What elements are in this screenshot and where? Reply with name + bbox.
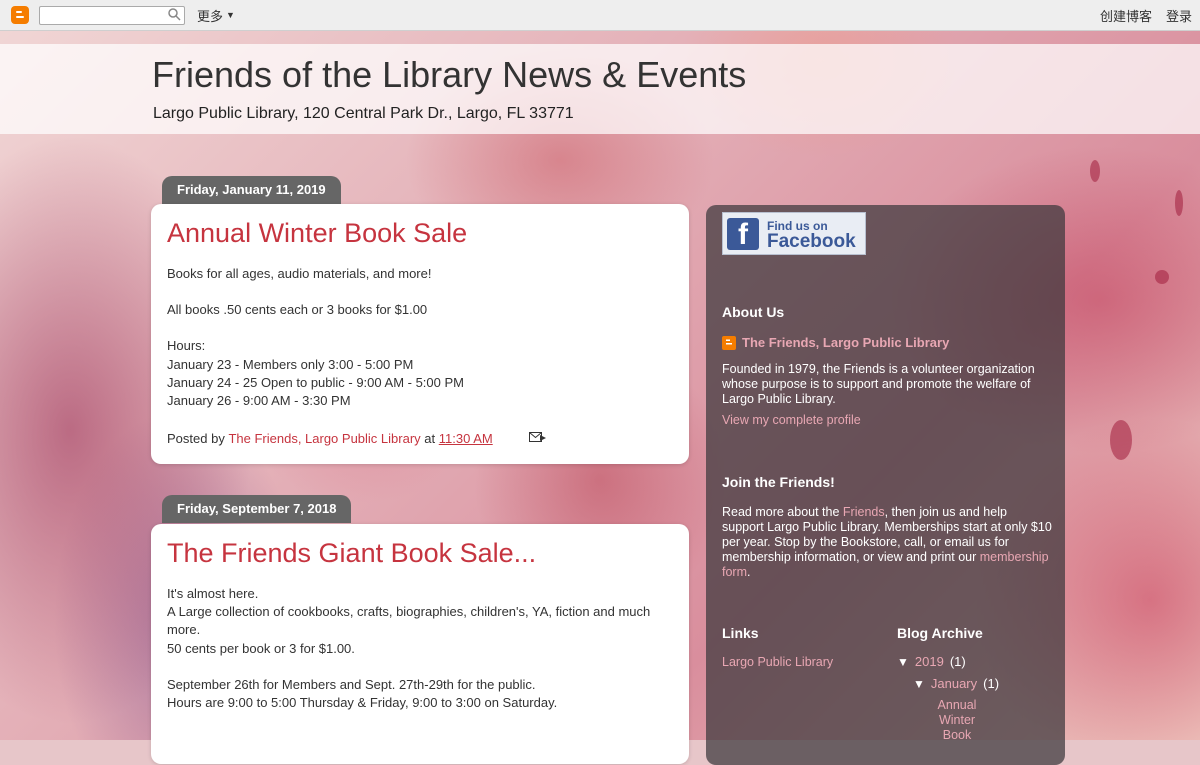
paint-splatter [1155,270,1169,284]
links-title: Links [722,625,759,641]
post-footer: Posted by The Friends, Largo Public Libr… [167,430,673,446]
blog-title[interactable]: Friends of the Library News & Events [152,54,746,96]
expand-toggle-icon[interactable]: ▼ [897,655,909,669]
sidebar: f Find us on Facebook About Us The Frien… [706,205,1065,765]
paint-splatter [1175,190,1183,216]
facebook-badge-line2: Facebook [767,230,856,252]
blogger-profile-icon [722,335,736,350]
create-blog-link[interactable]: 创建博客 [1100,6,1152,25]
blogger-navbar: 更多 ▼ 创建博客 登录 [0,0,1200,31]
posted-by-label: Posted by [167,430,225,446]
search-icon[interactable] [168,7,181,26]
chevron-down-icon: ▼ [226,10,235,20]
archive-month-count: (1) [983,676,1000,691]
archive-month-row: ▼ January (1) [913,676,999,691]
join-text: Read more about the Friends, then join u… [722,505,1052,580]
expand-toggle-icon[interactable]: ▼ [913,677,925,691]
join-text-part: . [747,565,751,579]
profile-name-label: The Friends, Largo Public Library [742,335,950,350]
archive-month-link[interactable]: January [931,676,977,691]
post-body-line: It's almost here. [167,586,259,601]
profile-name-link[interactable]: The Friends, Largo Public Library [722,335,949,350]
at-label: at [424,430,436,446]
join-title: Join the Friends! [722,474,835,490]
archive-year-count: (1) [949,654,966,669]
post-body-line: Books for all ages, audio materials, and… [167,266,432,281]
more-menu-label: 更多 [197,8,224,24]
post-body-line: January 23 - Members only 3:00 - 5:00 PM [167,356,414,372]
about-us-title: About Us [722,304,785,320]
paint-splatter [1090,160,1100,182]
more-menu[interactable]: 更多 ▼ [197,6,235,25]
date-header: Friday, September 7, 2018 [162,495,352,523]
view-profile-link[interactable]: View my complete profile [722,413,861,428]
paint-splatter [1110,420,1132,460]
post-title[interactable]: Annual Winter Book Sale [167,218,673,249]
archive-year-link[interactable]: 2019 [915,654,944,669]
post-body: Books for all ages, audio materials, and… [167,265,673,410]
blog-description: Largo Public Library, 120 Central Park D… [153,105,574,122]
post-body-line: September 26th for Members and Sept. 27t… [167,676,536,692]
about-us-text: Founded in 1979, the Friends is a volunt… [722,362,1035,406]
friends-link[interactable]: Friends [843,505,885,519]
facebook-icon: f [727,217,759,250]
facebook-badge[interactable]: f Find us on Facebook [722,212,866,255]
email-post-icon[interactable] [528,430,547,446]
blog-post: The Friends Giant Book Sale... It's almo… [151,524,689,764]
archive-year-row: ▼ 2019 (1) [897,654,966,669]
post-author-link[interactable]: The Friends, Largo Public Library [228,431,420,446]
post-body-line: A Large collection of cookbooks, crafts,… [167,604,651,638]
post-body-line: Hours are 9:00 to 5:00 Thursday & Friday… [167,695,558,711]
post-body-line: 50 cents per book or 3 for $1.00. [167,640,355,656]
archive-post-link[interactable]: Annual Winter Book [928,698,986,743]
blog-post: Annual Winter Book Sale Books for all ag… [151,204,689,464]
join-text-part: Read more about the [722,505,843,519]
post-body: It's almost here. A Large collection of … [167,585,673,712]
search-input[interactable] [39,5,185,26]
login-link[interactable]: 登录 [1166,6,1192,25]
date-header: Friday, January 11, 2019 [162,176,341,204]
post-body-line: All books .50 cents each or 3 books for … [167,302,428,318]
blogger-logo-icon[interactable] [11,6,29,24]
post-title[interactable]: The Friends Giant Book Sale... [167,538,673,569]
post-timestamp-link[interactable]: 11:30 AM [439,431,493,446]
largo-library-link[interactable]: Largo Public Library [722,655,833,670]
post-body-line: Hours: [167,338,206,354]
blog-header: Friends of the Library News & Events Lar… [0,44,1200,134]
post-body-line: January 26 - 9:00 AM - 3:30 PM [167,393,351,409]
blog-archive-title: Blog Archive [897,625,983,641]
post-body-line: January 24 - 25 Open to public - 9:00 AM… [167,374,464,390]
